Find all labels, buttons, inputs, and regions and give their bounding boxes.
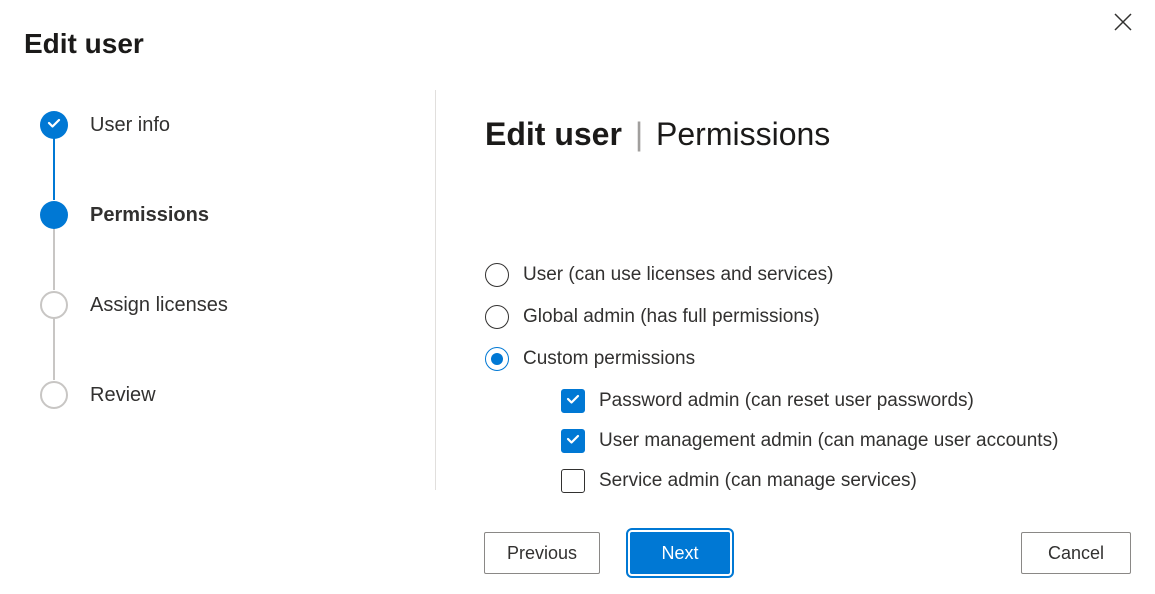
checkbox-user-management-admin[interactable]: User management admin (can manage user a… xyxy=(561,429,1131,453)
page-title: Edit user xyxy=(0,0,1155,60)
radio-circle xyxy=(485,305,509,329)
step-review[interactable]: Review xyxy=(40,380,435,410)
radio-label: Global admin (has full permissions) xyxy=(523,306,820,328)
panel-heading: Edit user | Permissions xyxy=(485,116,1131,153)
step-connector xyxy=(53,138,55,200)
checkbox-label: User management admin (can manage user a… xyxy=(599,430,1058,452)
radio-user[interactable]: User (can use licenses and services) xyxy=(485,263,1131,287)
close-button[interactable] xyxy=(1111,12,1135,36)
heading-light: Permissions xyxy=(656,116,830,152)
step-assign-licenses[interactable]: Assign licenses xyxy=(40,290,435,320)
step-label: Permissions xyxy=(90,204,209,227)
radio-dot xyxy=(491,353,503,365)
checkmark-icon xyxy=(46,115,62,136)
button-bar: Previous Next Cancel xyxy=(484,532,1131,574)
radio-label: Custom permissions xyxy=(523,348,695,370)
next-button[interactable]: Next xyxy=(630,532,730,574)
heading-separator: | xyxy=(626,116,652,152)
step-connector xyxy=(53,318,55,380)
close-icon xyxy=(1114,13,1132,36)
radio-label: User (can use licenses and services) xyxy=(523,264,833,286)
checkbox-password-admin[interactable]: Password admin (can reset user passwords… xyxy=(561,389,1131,413)
step-circle-completed xyxy=(40,111,68,139)
step-circle-current xyxy=(40,201,68,229)
vertical-divider xyxy=(435,90,436,490)
radio-circle xyxy=(485,263,509,287)
step-label: Assign licenses xyxy=(90,294,228,317)
checkbox-label: Service admin (can manage services) xyxy=(599,470,917,492)
main-panel: Edit user | Permissions User (can use li… xyxy=(435,110,1155,509)
radio-circle-selected xyxy=(485,347,509,371)
checkmark-icon xyxy=(565,431,581,452)
wizard-stepper: User info Permissions Assign licenses Re… xyxy=(0,110,435,509)
step-label: User info xyxy=(90,114,170,137)
step-label: Review xyxy=(90,384,156,407)
step-circle-pending xyxy=(40,381,68,409)
custom-permission-checkboxes: Password admin (can reset user passwords… xyxy=(561,389,1131,493)
checkbox-box-checked xyxy=(561,429,585,453)
checkbox-label: Password admin (can reset user passwords… xyxy=(599,390,974,412)
checkbox-service-admin[interactable]: Service admin (can manage services) xyxy=(561,469,1131,493)
step-connector xyxy=(53,228,55,290)
checkmark-icon xyxy=(565,391,581,412)
permission-radio-group: User (can use licenses and services) Glo… xyxy=(485,263,1131,493)
radio-global-admin[interactable]: Global admin (has full permissions) xyxy=(485,305,1131,329)
checkbox-box-checked xyxy=(561,389,585,413)
step-circle-pending xyxy=(40,291,68,319)
previous-button[interactable]: Previous xyxy=(484,532,600,574)
cancel-button[interactable]: Cancel xyxy=(1021,532,1131,574)
heading-bold: Edit user xyxy=(485,116,622,152)
checkbox-box xyxy=(561,469,585,493)
step-user-info[interactable]: User info xyxy=(40,110,435,140)
step-permissions[interactable]: Permissions xyxy=(40,200,435,230)
radio-custom-permissions[interactable]: Custom permissions xyxy=(485,347,1131,371)
